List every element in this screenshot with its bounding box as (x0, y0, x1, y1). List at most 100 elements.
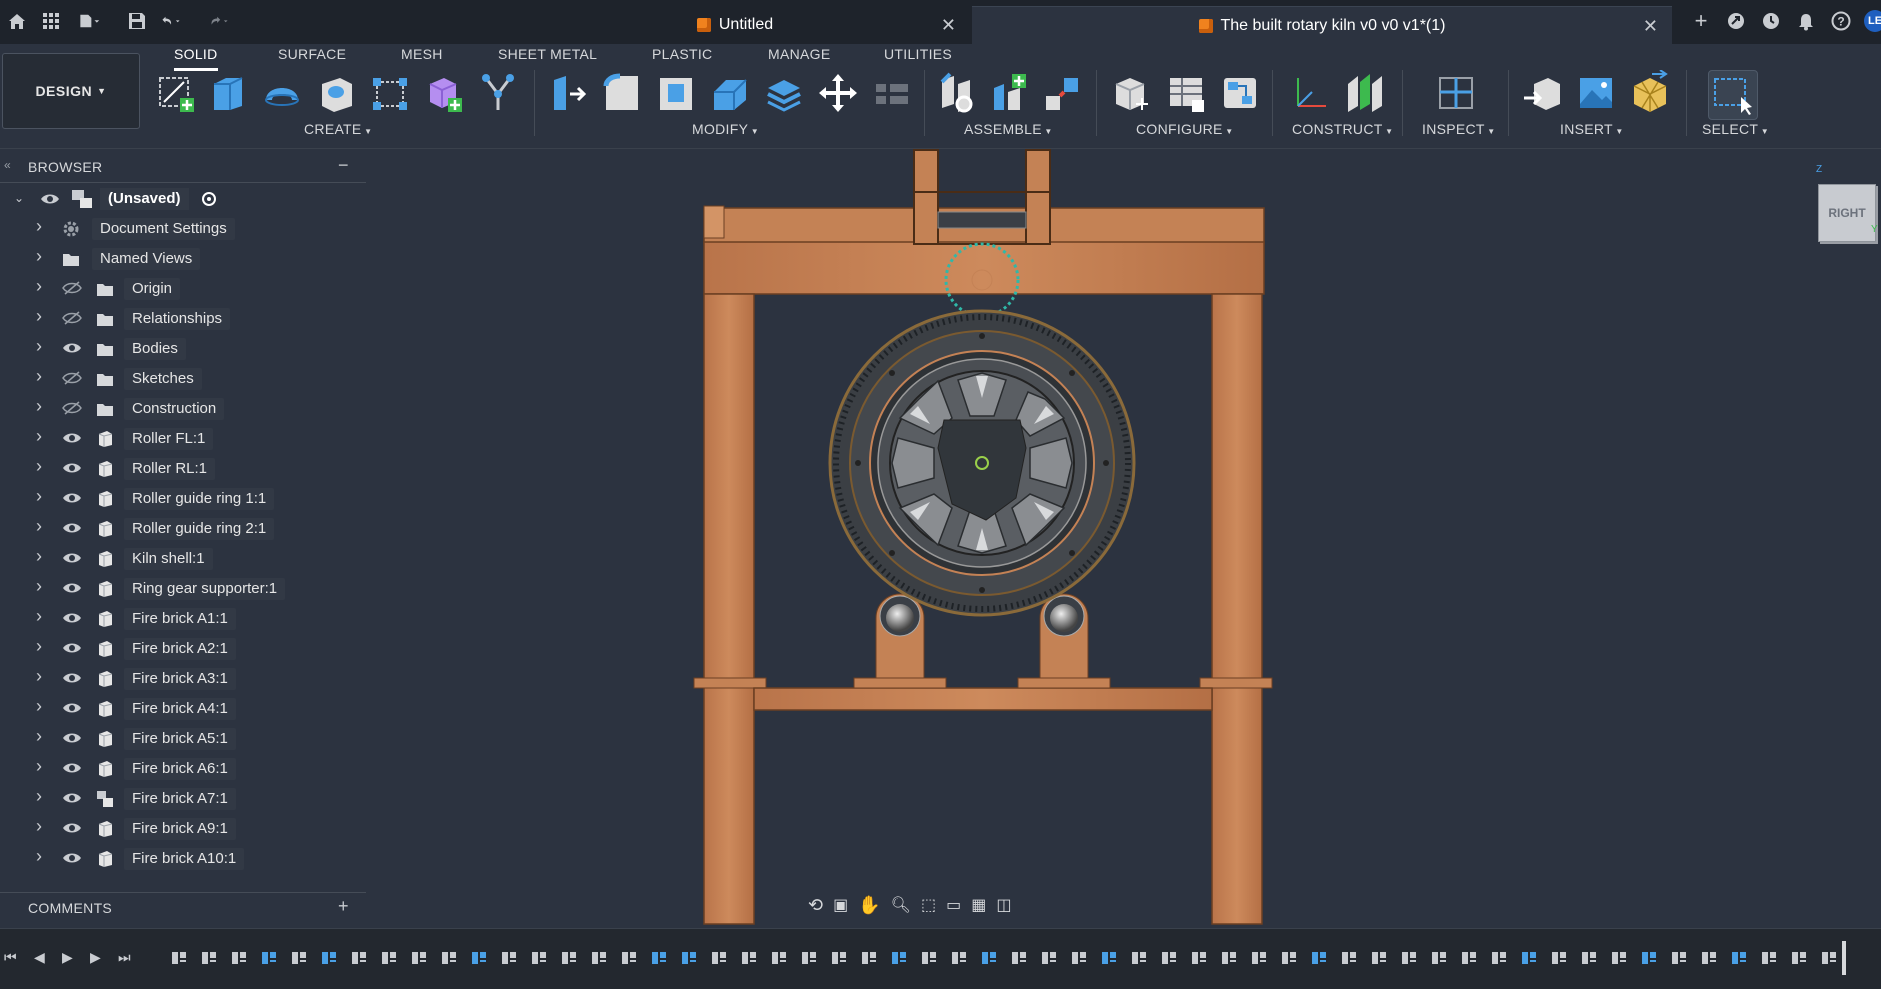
eye-icon[interactable] (62, 341, 82, 355)
add-comment-button[interactable]: + (338, 896, 349, 917)
move-copy-icon[interactable] (818, 70, 858, 114)
eye-icon[interactable] (40, 192, 60, 211)
shell-icon[interactable] (710, 70, 750, 114)
browser-item[interactable]: › Fire brick A9:1 (0, 814, 366, 844)
timeline-feature-icon[interactable] (170, 949, 188, 967)
eye-icon[interactable] (62, 461, 82, 475)
viewports-icon[interactable]: ◫ (996, 895, 1011, 915)
timeline-feature-icon[interactable] (800, 949, 818, 967)
browser-item[interactable]: › Fire brick A4:1 (0, 694, 366, 724)
timeline-feature-icon[interactable] (1580, 949, 1598, 967)
timeline-feature-icon[interactable] (1610, 949, 1628, 967)
grid-settings-icon[interactable]: ▦ (971, 895, 986, 915)
timeline-feature-icon[interactable] (1010, 949, 1028, 967)
extrude-icon[interactable] (208, 70, 248, 114)
configuration-rules-icon[interactable] (1220, 70, 1260, 114)
chevron-right-icon[interactable]: › (36, 726, 42, 747)
eye-icon[interactable] (62, 701, 82, 715)
timeline-feature-icon[interactable] (200, 949, 218, 967)
browser-item[interactable]: › Roller RL:1 (0, 454, 366, 484)
group-create[interactable]: CREATE ▼ (304, 121, 372, 137)
timeline-feature-icon[interactable] (1220, 949, 1238, 967)
workspace-switcher-button[interactable]: DESIGN ▼ (2, 53, 140, 129)
file-menu-icon[interactable] (78, 10, 100, 32)
timeline-feature-icon[interactable] (320, 949, 338, 967)
insert-canvas-icon[interactable] (1576, 70, 1616, 114)
tab-mesh[interactable]: MESH (401, 46, 443, 66)
timeline-feature-icon[interactable] (1430, 949, 1448, 967)
insert-mesh-icon[interactable] (1630, 69, 1670, 114)
chevron-right-icon[interactable]: › (36, 366, 42, 387)
redo-icon[interactable] (208, 10, 230, 32)
browser-item[interactable]: › Roller guide ring 1:1 (0, 484, 366, 514)
zoom-icon[interactable]: 🔍︎ (891, 895, 911, 915)
configuration-table-icon[interactable] (1166, 70, 1206, 114)
browser-item[interactable]: › Roller guide ring 2:1 (0, 514, 366, 544)
timeline-feature-icon[interactable] (1640, 949, 1658, 967)
tab-plastic[interactable]: PLASTIC (652, 46, 712, 66)
group-construct[interactable]: CONSTRUCT ▼ (1292, 121, 1393, 137)
revolve-icon[interactable] (262, 70, 302, 114)
tab-solid[interactable]: SOLID (174, 46, 218, 71)
extensions-icon[interactable] (1725, 10, 1747, 32)
timeline-feature-icon[interactable] (530, 949, 548, 967)
document-tab-rotary-kiln[interactable]: The built rotary kiln v0 v0 v1*(1) ✕ (972, 6, 1672, 45)
timeline-feature-icon[interactable] (1400, 949, 1418, 967)
as-built-joint-icon[interactable] (990, 70, 1030, 114)
timeline-feature-icon[interactable] (1790, 949, 1808, 967)
timeline-feature-icon[interactable] (590, 949, 608, 967)
timeline-feature-icon[interactable] (1670, 949, 1688, 967)
eye-icon[interactable] (62, 521, 82, 535)
browser-item[interactable]: › Fire brick A5:1 (0, 724, 366, 754)
browser-item[interactable]: › Fire brick A10:1 (0, 844, 366, 874)
timeline-feature-icon[interactable] (470, 949, 488, 967)
chevron-right-icon[interactable]: › (36, 396, 42, 417)
tab-utilities[interactable]: UTILITIES (884, 46, 952, 66)
job-status-icon[interactable] (1760, 10, 1782, 32)
chevron-right-icon[interactable]: › (36, 276, 42, 297)
browser-item[interactable]: › Origin (0, 274, 366, 304)
chevron-right-icon[interactable]: › (36, 426, 42, 447)
create-form-icon[interactable] (478, 70, 518, 114)
browser-item[interactable]: › Fire brick A2:1 (0, 634, 366, 664)
chevron-right-icon[interactable]: › (36, 246, 42, 267)
eye-hidden-icon[interactable] (62, 281, 82, 295)
eye-icon[interactable] (62, 611, 82, 625)
timeline-feature-icon[interactable] (1190, 949, 1208, 967)
browser-item[interactable]: › Relationships (0, 304, 366, 334)
browser-item[interactable]: › Construction (0, 394, 366, 424)
eye-icon[interactable] (62, 491, 82, 505)
timeline-feature-icon[interactable] (350, 949, 368, 967)
timeline-feature-icon[interactable] (560, 949, 578, 967)
eye-hidden-icon[interactable] (62, 371, 82, 385)
pattern-icon[interactable] (370, 70, 410, 114)
step-back-icon[interactable]: ◀ (34, 949, 45, 966)
joint-icon[interactable] (938, 70, 978, 114)
save-icon[interactable] (126, 10, 148, 32)
chevron-right-icon[interactable]: › (36, 846, 42, 867)
chamfer-icon[interactable] (656, 70, 696, 114)
timeline-feature-icon[interactable] (1340, 949, 1358, 967)
timeline-feature-icon[interactable] (890, 949, 908, 967)
group-assemble[interactable]: ASSEMBLE ▼ (964, 121, 1053, 137)
timeline-feature-icon[interactable] (1820, 949, 1838, 967)
timeline-feature-icon[interactable] (1520, 949, 1538, 967)
document-tab-untitled[interactable]: Untitled ✕ (500, 6, 970, 44)
timeline-feature-icon[interactable] (860, 949, 878, 967)
eye-icon[interactable] (62, 671, 82, 685)
eye-icon[interactable] (62, 641, 82, 655)
browser-item[interactable]: › Ring gear supporter:1 (0, 574, 366, 604)
eye-icon[interactable] (62, 851, 82, 865)
timeline-feature-icon[interactable] (680, 949, 698, 967)
browser-item[interactable]: › Document Settings (0, 214, 366, 244)
timeline-feature-icon[interactable] (1490, 949, 1508, 967)
timeline-feature-icon[interactable] (1100, 949, 1118, 967)
timeline-feature-icon[interactable] (500, 949, 518, 967)
hole-icon[interactable] (316, 70, 356, 114)
browser-item[interactable]: › Roller FL:1 (0, 424, 366, 454)
skip-to-end-icon[interactable]: ⏭ (118, 949, 131, 966)
new-tab-icon[interactable]: + (1690, 8, 1712, 33)
timeline-feature-icon[interactable] (650, 949, 668, 967)
skip-to-start-icon[interactable]: ⏮ (4, 949, 17, 966)
eye-icon[interactable] (62, 731, 82, 745)
